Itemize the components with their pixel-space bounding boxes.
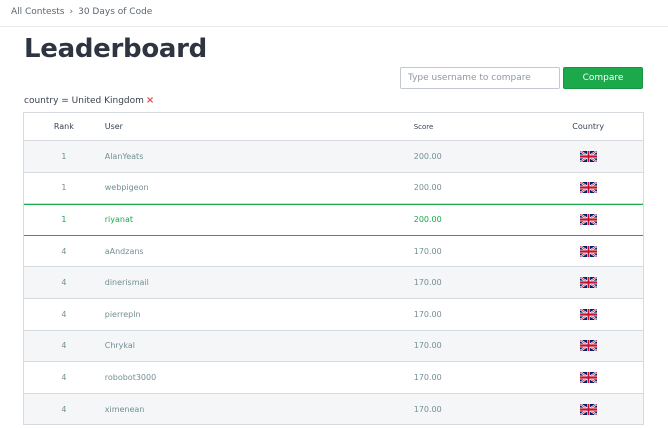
breadcrumb-separator: › — [69, 7, 74, 17]
uk-flag-icon — [579, 403, 597, 415]
leaderboard-table: Rank User Score Country 1 AlanYeats 200.00… — [23, 112, 644, 426]
uk-flag-icon — [579, 371, 597, 383]
username-link[interactable]: webpigeon — [104, 183, 414, 192]
table-row: 4 aAndzans 170.00 — [24, 236, 643, 268]
breadcrumb-30-days-of-code[interactable]: 30 Days of Code — [78, 7, 152, 17]
table-row: 1 webpigeon 200.00 — [24, 173, 643, 205]
uk-flag-icon — [579, 277, 597, 289]
uk-flag-icon — [579, 340, 597, 352]
header-divider — [0, 26, 668, 27]
rank-cell: 4 — [61, 309, 67, 319]
remove-filter-icon[interactable]: × — [146, 95, 154, 106]
country-cell — [533, 150, 643, 162]
country-cell — [533, 308, 643, 320]
breadcrumb: All Contests › 30 Days of Code — [11, 7, 152, 17]
rank-cell: 4 — [61, 278, 67, 288]
score-cell: 170.00 — [413, 372, 442, 382]
username-link[interactable]: AlanYeats — [104, 152, 414, 161]
header-user: User — [104, 122, 123, 131]
rank-cell: 1 — [61, 151, 67, 161]
compare-username-input[interactable] — [400, 67, 560, 89]
compare-button[interactable]: Compare — [563, 67, 643, 89]
score-cell: 200.00 — [413, 215, 442, 225]
score-cell: 200.00 — [413, 183, 442, 193]
table-row: 1 riyanat 200.00 — [24, 204, 643, 236]
rank-cell: 1 — [61, 183, 67, 193]
table-row: 1 AlanYeats 200.00 — [24, 141, 643, 173]
table-row: 4 Chrykal 170.00 — [24, 330, 643, 363]
uk-flag-icon — [579, 214, 597, 226]
username-link[interactable]: robobot3000 — [104, 373, 414, 382]
username-link[interactable]: ximenean — [104, 405, 414, 414]
header-rank: Rank — [53, 122, 74, 131]
country-cell — [533, 371, 643, 383]
uk-flag-icon — [579, 245, 597, 257]
score-cell: 170.00 — [413, 341, 442, 351]
score-cell: 170.00 — [413, 404, 442, 414]
country-cell — [533, 245, 643, 257]
table-row: 4 robobot3000 170.00 — [24, 362, 643, 394]
uk-flag-icon — [579, 182, 597, 194]
score-cell: 200.00 — [413, 151, 442, 161]
rank-cell: 4 — [61, 246, 67, 256]
uk-flag-icon — [579, 308, 597, 320]
header-country: Country — [572, 122, 605, 131]
rank-cell: 4 — [61, 341, 67, 351]
page-title: Leaderboard — [24, 34, 207, 64]
table-row: 4 dinerismail 170.00 — [24, 267, 643, 299]
uk-flag-icon — [579, 150, 597, 162]
country-cell — [533, 340, 643, 352]
rank-cell: 4 — [61, 372, 67, 382]
table-row: 4 pierrepln 170.00 — [24, 299, 643, 331]
username-link[interactable]: aAndzans — [104, 247, 414, 256]
country-cell — [533, 214, 643, 226]
rank-cell: 4 — [61, 404, 67, 414]
country-filter: country = United Kingdom × — [24, 95, 154, 106]
country-cell — [533, 277, 643, 289]
breadcrumb-all-contests[interactable]: All Contests — [11, 7, 65, 17]
table-body: 1 AlanYeats 200.00 1 webpigeon 200.00 1 riyanat… — [24, 141, 643, 426]
score-cell: 170.00 — [413, 246, 442, 256]
table-header: Rank User Score Country — [24, 113, 643, 141]
header-score: Score — [413, 122, 434, 131]
username-link[interactable]: Chrykal — [104, 341, 414, 350]
score-cell: 170.00 — [413, 309, 442, 319]
country-filter-label: country = United Kingdom — [24, 95, 144, 106]
username-link[interactable]: riyanat — [104, 215, 414, 224]
score-cell: 170.00 — [413, 278, 442, 288]
country-cell — [533, 182, 643, 194]
country-cell — [533, 403, 643, 415]
username-link[interactable]: pierrepln — [104, 310, 414, 319]
table-row: 4 ximenean 170.00 — [24, 393, 643, 426]
username-link[interactable]: dinerismail — [104, 278, 414, 287]
rank-cell: 1 — [61, 215, 67, 225]
